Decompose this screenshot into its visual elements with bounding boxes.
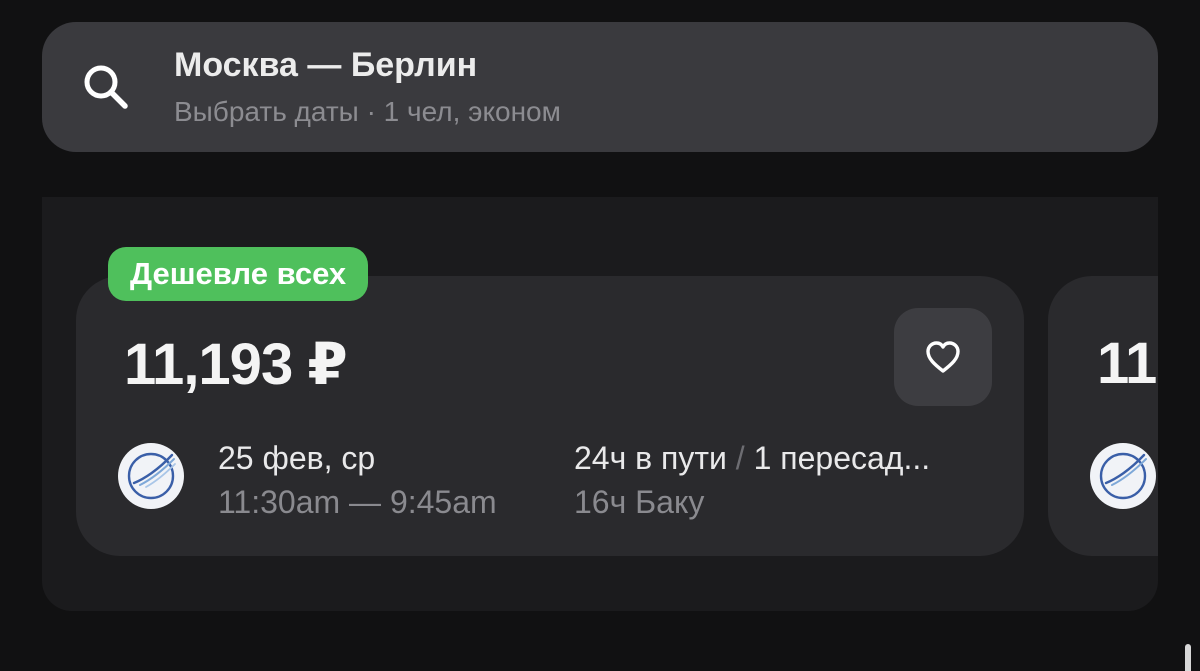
scrollbar[interactable] xyxy=(1185,644,1191,671)
flight-date: 25 фев, ср xyxy=(218,440,376,476)
search-details[interactable]: Выбрать даты · 1 чел, эконом xyxy=(174,96,561,128)
flight-duration: 24ч в пути / 1 пересад... xyxy=(574,440,930,477)
ticket-card-next[interactable] xyxy=(1048,276,1158,556)
page: Москва — Берлин Выбрать даты · 1 чел, эк… xyxy=(0,0,1200,671)
duration-text: 24ч в пути xyxy=(574,440,727,476)
ticket-price-next: 11 xyxy=(1097,331,1157,396)
search-route[interactable]: Москва — Берлин xyxy=(174,46,477,85)
search-bar[interactable] xyxy=(42,22,1158,152)
airline-logo-icon xyxy=(1090,443,1156,509)
heart-icon xyxy=(926,341,960,373)
stops-text: 1 пересад... xyxy=(753,440,931,476)
cheapest-badge: Дешевле всех xyxy=(108,247,369,301)
duration-separator: / xyxy=(735,440,745,476)
airline-logo-icon xyxy=(118,443,184,509)
flight-layover: 16ч Баку xyxy=(574,484,705,520)
search-icon[interactable] xyxy=(80,62,132,114)
ticket-price: 11,193 ₽ xyxy=(124,332,348,397)
flight-time-range: 11:30am — 9:45am xyxy=(218,484,497,520)
favorite-button[interactable] xyxy=(894,308,992,406)
